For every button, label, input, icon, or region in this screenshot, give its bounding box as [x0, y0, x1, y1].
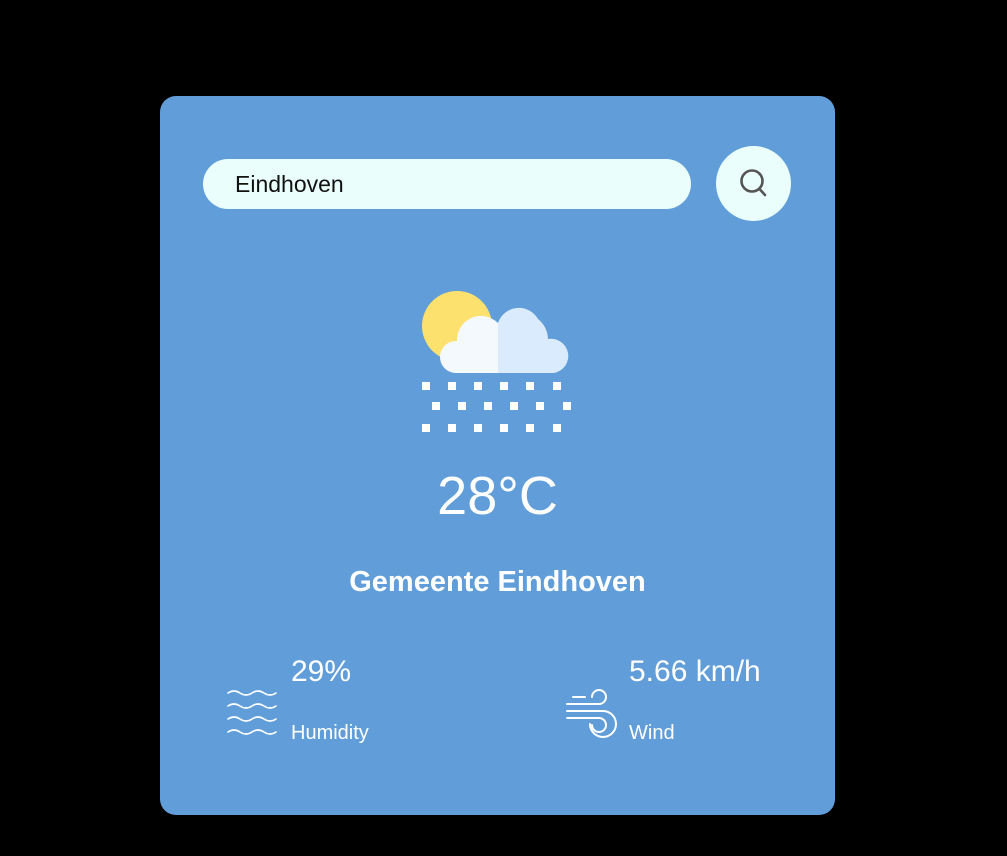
wind-icon	[566, 689, 617, 738]
humidity-waves-icon	[227, 690, 277, 735]
search-input[interactable]	[203, 159, 691, 209]
temperature: 28°C	[437, 466, 558, 526]
weather-card: 28°C Gemeente Eindhoven 29% Humidity 5.6…	[160, 96, 835, 815]
wind-value: 5.66 km/h	[629, 655, 761, 688]
humidity-label: Humidity	[291, 722, 369, 744]
wind-label: Wind	[629, 722, 675, 744]
search-button[interactable]	[716, 146, 791, 221]
city-name: Gemeente Eindhoven	[349, 566, 646, 598]
search-icon	[739, 168, 766, 196]
sun-cloud-snow-icon	[422, 291, 571, 432]
humidity-value: 29%	[291, 655, 352, 688]
